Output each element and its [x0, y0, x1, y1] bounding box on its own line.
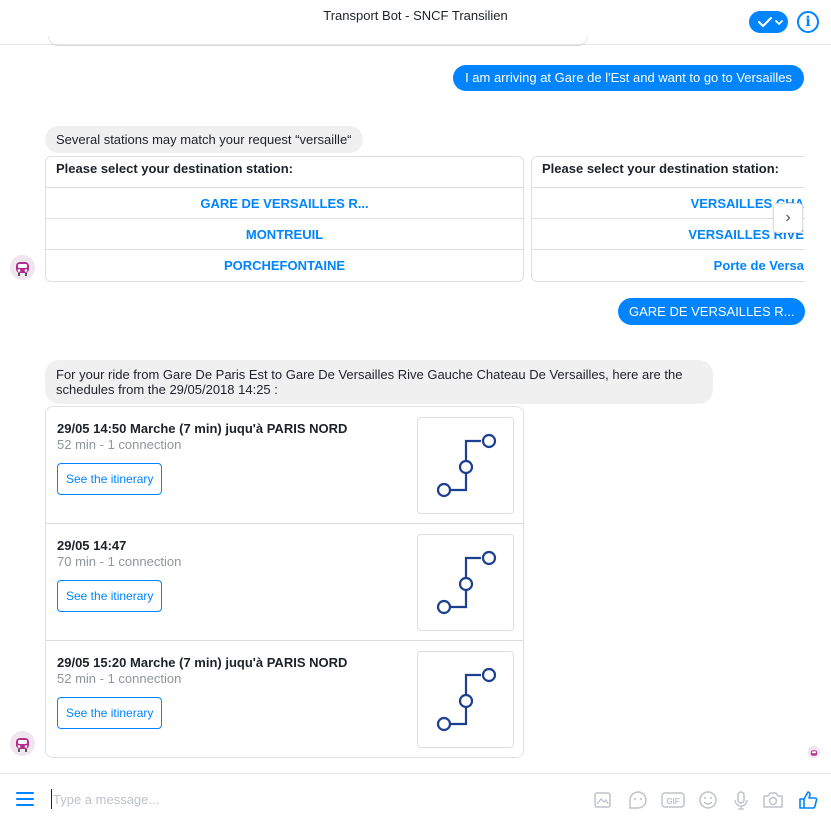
svg-text:GIF: GIF — [666, 797, 679, 806]
sticker-icon[interactable] — [627, 789, 649, 811]
schedule-title: 29/05 14:47 — [57, 538, 127, 553]
carousel-next-icon[interactable]: › — [773, 203, 803, 233]
emoji-icon[interactable] — [697, 789, 719, 811]
gif-icon[interactable]: GIF — [660, 789, 686, 811]
route-icon — [417, 651, 514, 748]
schedule-list: 29/05 14:50 Marche (7 min) juqu'à PARIS … — [45, 406, 524, 758]
station-card-heading: Please select your destination station: — [532, 157, 805, 188]
selected-station-reply: GARE DE VERSAILLES R... — [618, 298, 806, 325]
station-option-button[interactable]: VERSAILLES RIVE — [532, 219, 805, 250]
station-option-button[interactable]: MONTREUIL — [46, 219, 523, 250]
see-itinerary-button[interactable]: See the itinerary — [57, 463, 163, 495]
schedule-title: 29/05 14:50 Marche (7 min) juqu'à PARIS … — [57, 421, 348, 436]
camera-icon[interactable] — [761, 789, 785, 811]
chat-title: Transport Bot - SNCF Transilien — [323, 8, 508, 23]
bot-message: For your ride from Gare De Paris Est to … — [45, 360, 713, 404]
message-input[interactable] — [51, 789, 571, 809]
schedule-subtitle: 52 min - 1 connection — [57, 671, 182, 686]
bot-avatar — [10, 255, 35, 280]
user-message: I am arriving at Gare de l'Est and want … — [453, 65, 804, 91]
message-composer: GIF — [0, 773, 831, 822]
read-receipt-avatar — [808, 746, 820, 758]
list-item: 29/05 14:50 Marche (7 min) juqu'à PARIS … — [46, 407, 523, 524]
bot-avatar — [10, 731, 35, 756]
station-card: Please select your destination station: … — [45, 156, 524, 282]
image-icon[interactable] — [592, 789, 614, 811]
station-option-button[interactable]: PORCHEFONTAINE — [46, 250, 523, 281]
thumbs-up-icon[interactable] — [797, 789, 819, 811]
bot-message: Several stations may match your request … — [45, 126, 363, 153]
check-dropdown-icon[interactable] — [749, 11, 788, 33]
microphone-icon[interactable] — [730, 789, 752, 811]
carousel-viewport: Please select your destination station: … — [531, 156, 805, 284]
list-item: 29/05 15:20 Marche (7 min) juqu'à PARIS … — [46, 641, 523, 757]
see-itinerary-button[interactable]: See the itinerary — [57, 580, 163, 612]
station-option-button[interactable]: VERSAILLES CHA — [532, 188, 805, 219]
menu-icon[interactable] — [16, 792, 34, 806]
route-icon — [417, 534, 514, 631]
see-itinerary-button[interactable]: See the itinerary — [57, 697, 163, 729]
schedule-title: 29/05 15:20 Marche (7 min) juqu'à PARIS … — [57, 655, 348, 670]
previous-message-edge — [48, 36, 588, 46]
list-item: 29/05 14:47 70 min - 1 connection See th… — [46, 524, 523, 641]
schedule-subtitle: 70 min - 1 connection — [57, 554, 182, 569]
station-card-heading: Please select your destination station: — [46, 157, 523, 188]
schedule-subtitle: 52 min - 1 connection — [57, 437, 182, 452]
info-icon[interactable]: i — [797, 11, 819, 33]
route-icon — [417, 417, 514, 514]
station-option-button[interactable]: Porte de Versa — [532, 250, 805, 281]
station-option-button[interactable]: GARE DE VERSAILLES R... — [46, 188, 523, 219]
station-card: Please select your destination station: … — [531, 156, 805, 282]
